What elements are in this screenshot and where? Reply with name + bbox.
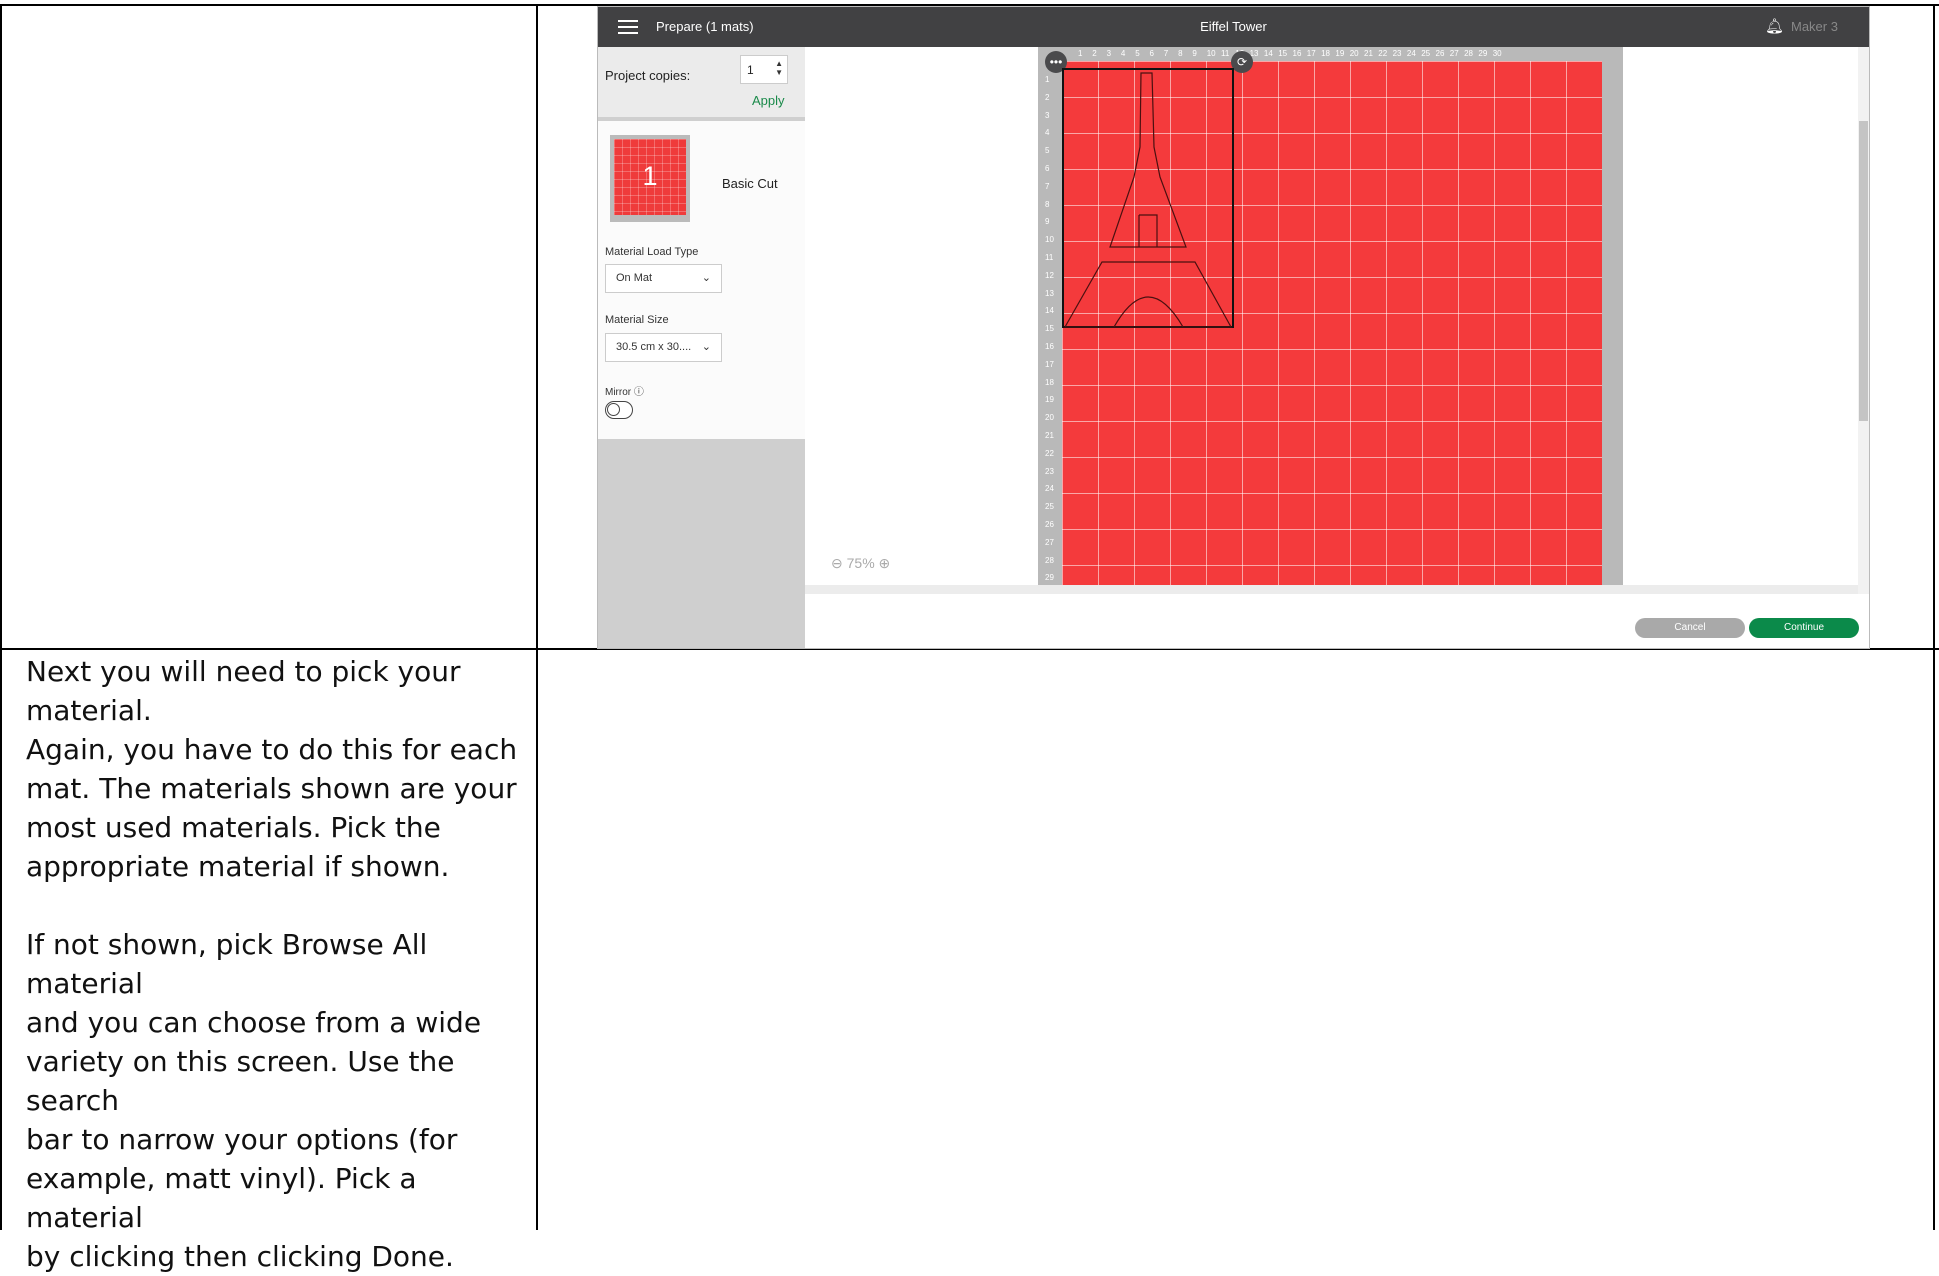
material-size-label: Material Size — [605, 314, 669, 326]
mat-settings: 1 Basic Cut Material Load Type On Mat ⌄ … — [598, 121, 805, 439]
instruction-line: by clicking then clicking Done. — [26, 1240, 454, 1273]
app-header: Prepare (1 mats) Eiffel Tower 🔔︎ Maker 3 — [598, 7, 1869, 47]
mat-name: Basic Cut — [722, 176, 778, 191]
material-size-select[interactable]: 30.5 cm x 30.... ⌄ — [605, 333, 722, 362]
table-border-right — [1933, 4, 1935, 1230]
zoom-out-icon[interactable]: ⊖ — [831, 555, 843, 571]
instruction-text: Next you will need to pick your material… — [26, 652, 531, 1276]
tower-base-shape — [1063, 261, 1233, 328]
apply-button[interactable]: Apply — [752, 93, 785, 108]
chevron-down-icon: ⌄ — [701, 272, 711, 284]
continue-button[interactable]: Continue — [1749, 618, 1859, 638]
mat-canvas: 1234567891011121314151617181920212223242… — [805, 47, 1858, 594]
mirror-label: Mirror ⓘ — [605, 387, 644, 398]
machine-label[interactable]: Maker 3 — [1791, 19, 1838, 34]
material-load-type-value: On Mat — [616, 272, 653, 284]
mat-number: 1 — [642, 161, 658, 191]
eiffel-tower-design[interactable] — [1038, 47, 1623, 594]
cricut-prepare-screenshot: Prepare (1 mats) Eiffel Tower 🔔︎ Maker 3… — [597, 6, 1870, 649]
project-copies-section: Project copies: 1 ▲ ▼ Apply — [598, 47, 805, 117]
project-copies-label: Project copies: — [605, 68, 691, 83]
material-load-type-label: Material Load Type — [605, 246, 699, 258]
instruction-line: If not shown, pick Browse All material — [26, 928, 428, 1000]
vertical-scrollbar[interactable] — [1858, 47, 1869, 594]
instruction-line: mat. The materials shown are your — [26, 772, 517, 805]
instruction-line: appropriate material if shown. — [26, 850, 450, 883]
instruction-line: bar to narrow your options (for — [26, 1123, 458, 1156]
instruction-line: and you can choose from a wide — [26, 1006, 482, 1039]
project-copies-value: 1 — [747, 63, 754, 77]
instruction-line: Next you will need to pick your — [26, 655, 461, 688]
instruction-line: material. — [26, 694, 152, 727]
horizontal-scrollbar[interactable] — [805, 585, 1858, 594]
instruction-line: Again, you have to do this for each — [26, 733, 518, 766]
material-size-value: 30.5 cm x 30.... — [616, 341, 692, 353]
table-column-divider — [536, 4, 538, 1230]
zoom-in-icon[interactable]: ⊕ — [879, 555, 891, 571]
mirror-toggle[interactable] — [605, 401, 633, 419]
cutting-mat: 1234567891011121314151617181920212223242… — [1038, 47, 1623, 594]
stepper-arrows-icon[interactable]: ▲ ▼ — [775, 59, 783, 77]
info-icon[interactable]: ⓘ — [634, 387, 644, 398]
zoom-level: 75% — [846, 555, 875, 571]
instruction-line: most used materials. Pick the — [26, 811, 441, 844]
tower-base-arch — [1113, 296, 1184, 328]
instruction-line: example, matt vinyl). Pick a material — [26, 1162, 417, 1234]
bell-icon[interactable]: 🔔︎ — [1765, 17, 1784, 35]
zoom-control[interactable]: ⊖ 75% ⊕ — [831, 555, 890, 572]
tower-arch-small — [1139, 214, 1158, 247]
instruction-line: variety on this screen. Use the search — [26, 1045, 455, 1117]
tower-top-shape — [1109, 72, 1187, 248]
prepare-footer: Cancel Continue — [805, 594, 1869, 648]
cancel-button[interactable]: Cancel — [1635, 618, 1745, 638]
table-border-left — [0, 4, 2, 1230]
mat-sidebar: Project copies: 1 ▲ ▼ Apply 1 Basic Cut M… — [598, 47, 805, 648]
material-load-type-select[interactable]: On Mat ⌄ — [605, 264, 722, 293]
mat-thumbnail[interactable]: 1 — [610, 135, 690, 222]
project-title: Eiffel Tower — [1200, 19, 1267, 34]
chevron-down-icon: ⌄ — [701, 341, 711, 353]
project-copies-stepper[interactable]: 1 ▲ ▼ — [740, 55, 788, 84]
selection-box — [1062, 68, 1234, 328]
